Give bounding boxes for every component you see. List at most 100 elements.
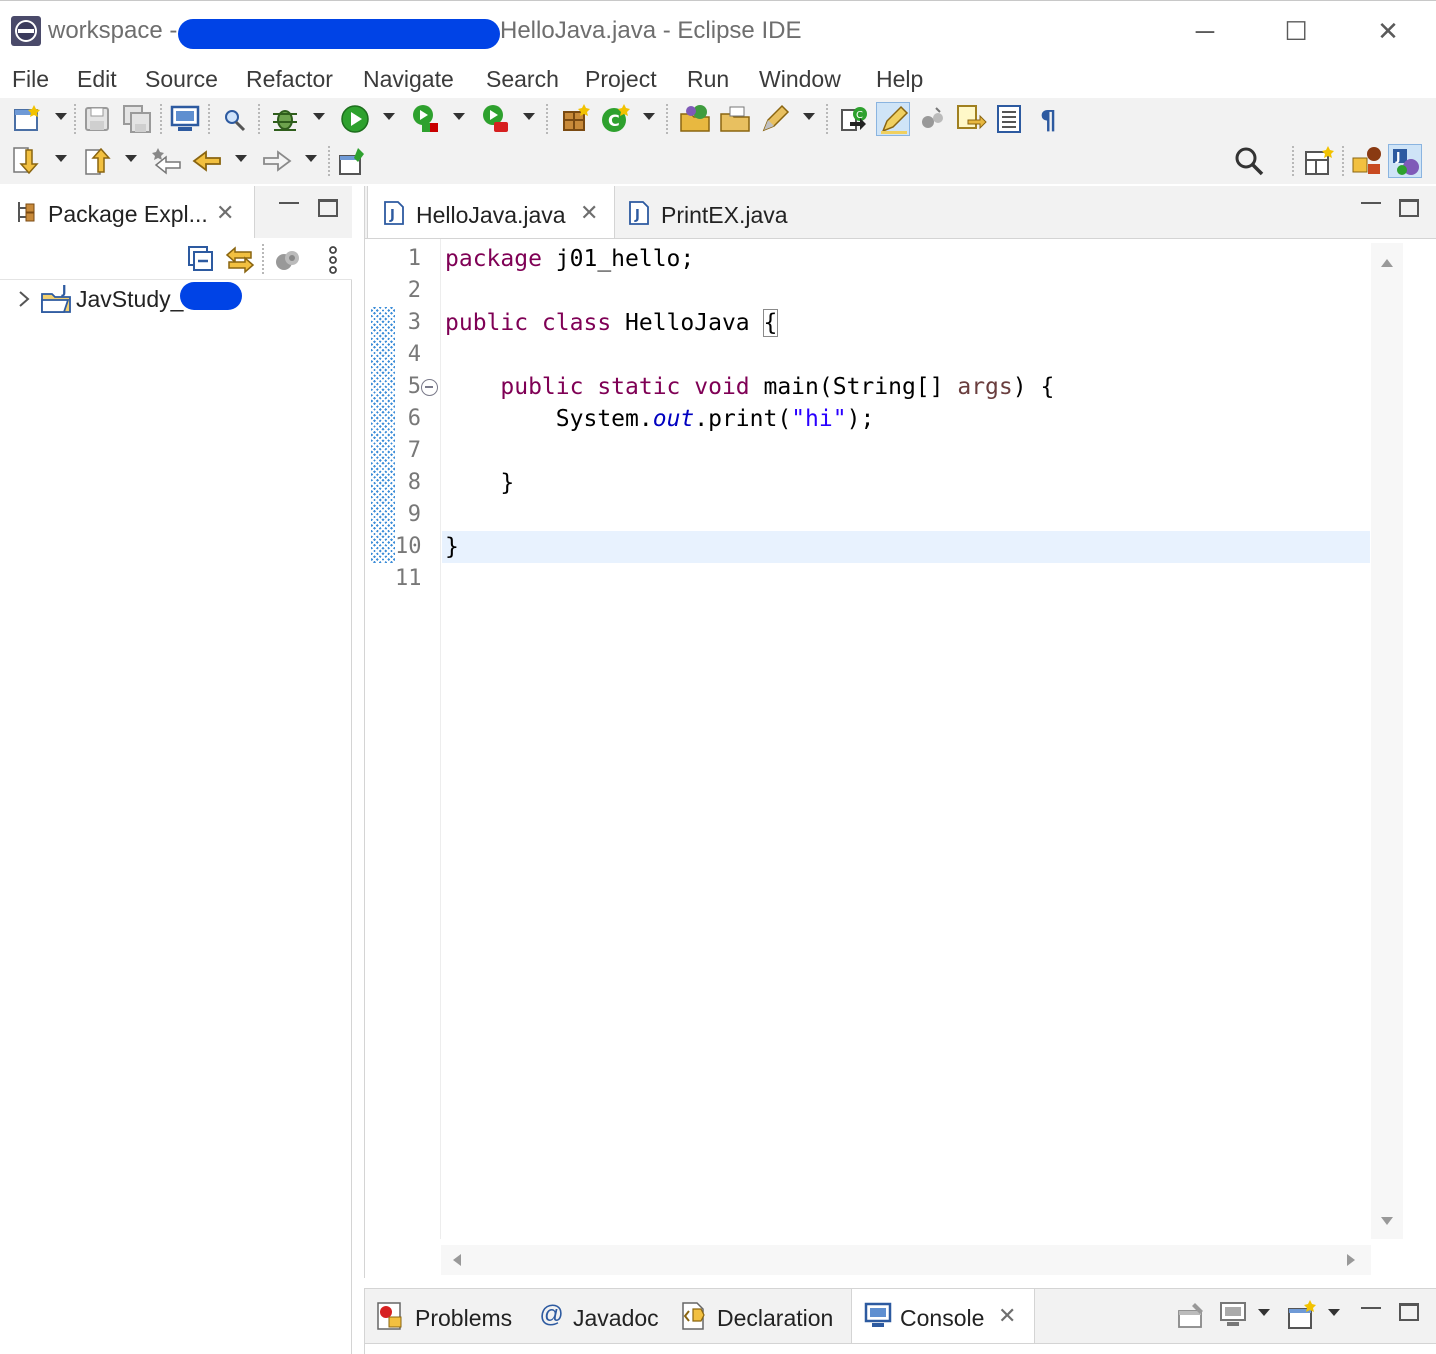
line-number: 10 [395, 534, 422, 559]
search-references-icon[interactable] [218, 102, 252, 136]
back-arrow-icon[interactable] [190, 144, 224, 178]
menu-navigate[interactable]: Navigate [363, 66, 454, 93]
tab-declaration[interactable]: Declaration [671, 1289, 849, 1343]
display-console-icon[interactable] [1217, 1299, 1249, 1331]
minimize-editor-button[interactable] [1361, 202, 1381, 204]
maximize-view-button[interactable] [318, 199, 338, 217]
open-perspective-icon[interactable] [1302, 144, 1336, 178]
run-icon[interactable] [338, 102, 372, 136]
menu-run[interactable]: Run [687, 66, 729, 93]
scroll-left-icon[interactable] [453, 1254, 461, 1266]
code-token: .print( [694, 406, 792, 432]
focus-on-task-icon[interactable] [272, 244, 304, 276]
chevron-down-icon[interactable] [383, 113, 395, 120]
chevron-down-icon[interactable] [523, 113, 535, 120]
tree-item-project[interactable]: J JavStudy_ [0, 282, 352, 318]
markers-pen-icon[interactable] [758, 102, 792, 136]
menu-project[interactable]: Project [585, 66, 657, 93]
menu-search[interactable]: Search [486, 66, 559, 93]
menu-edit[interactable]: Edit [77, 66, 117, 93]
debug-icon[interactable] [268, 102, 302, 136]
tab-hellojava[interactable]: J HelloJava.java ✕ [367, 186, 615, 238]
minimize-panel-button[interactable] [1361, 1307, 1381, 1309]
toolbar-separator [160, 104, 162, 134]
scroll-up-icon[interactable] [1381, 259, 1393, 267]
previous-annotation-up-icon[interactable] [80, 144, 114, 178]
view-menu-icon[interactable] [322, 244, 344, 276]
tab-console[interactable]: Console ✕ [851, 1289, 1035, 1343]
code-line-8: } [445, 467, 514, 499]
chevron-down-icon[interactable] [1328, 1309, 1340, 1316]
java-ee-perspective-icon[interactable] [1350, 144, 1384, 178]
code-line-1: package j01_hello; [445, 243, 694, 275]
vertical-scrollbar[interactable] [1371, 243, 1403, 1239]
open-task-icon[interactable] [718, 102, 752, 136]
chevron-down-icon[interactable] [803, 113, 815, 120]
minimize-view-button[interactable] [279, 202, 299, 204]
forward-arrow-icon[interactable] [260, 144, 294, 178]
chevron-down-icon[interactable] [453, 113, 465, 120]
close-icon[interactable]: ✕ [998, 1303, 1016, 1329]
minimize-button[interactable]: ─ [1175, 11, 1235, 51]
menu-bar: File Edit Source Refactor Navigate Searc… [0, 62, 1436, 98]
search-icon[interactable] [1232, 144, 1266, 178]
declaration-icon [682, 1302, 705, 1330]
code-line-10: } [445, 531, 459, 563]
new-icon[interactable] [10, 102, 44, 136]
new-java-class-icon[interactable]: C [598, 102, 632, 136]
menu-file[interactable]: File [12, 66, 49, 93]
collapse-all-icon[interactable] [186, 244, 216, 274]
tab-printex[interactable]: J PrintEX.java [615, 186, 815, 238]
chevron-down-icon[interactable] [643, 113, 655, 120]
pin-console-icon[interactable] [1175, 1299, 1207, 1331]
maximize-button[interactable]: ☐ [1266, 11, 1326, 51]
chevron-down-icon[interactable] [1258, 1309, 1270, 1316]
pin-editor-icon[interactable] [336, 144, 370, 178]
javadoc-at-icon: @ [539, 1301, 564, 1328]
menu-help[interactable]: Help [876, 66, 923, 93]
tab-problems[interactable]: Problems [367, 1289, 529, 1343]
chevron-down-icon[interactable] [125, 155, 137, 162]
new-java-package-icon[interactable] [558, 102, 592, 136]
open-type-icon[interactable] [678, 102, 712, 136]
maximize-panel-button[interactable] [1399, 1303, 1419, 1321]
maximize-editor-button[interactable] [1399, 199, 1419, 217]
menu-window[interactable]: Window [759, 66, 841, 93]
toggle-breadcrumb-icon[interactable]: C [838, 102, 872, 136]
chevron-down-icon[interactable] [235, 155, 247, 162]
chevron-down-icon[interactable] [305, 155, 317, 162]
link-with-editor-icon[interactable] [224, 244, 256, 276]
pilcrow-icon[interactable]: ¶ [1032, 102, 1066, 136]
open-console-icon[interactable] [1285, 1299, 1317, 1331]
tab-package-explorer[interactable]: Package Expl... ✕ [0, 186, 255, 238]
close-icon[interactable]: ✕ [216, 200, 234, 226]
show-whitespace-list-icon[interactable] [992, 102, 1026, 136]
last-edit-location-icon[interactable] [150, 144, 184, 178]
next-annotation-icon[interactable] [954, 102, 988, 136]
save-icon[interactable] [80, 102, 114, 136]
chevron-right-icon[interactable] [16, 288, 32, 310]
block-selection-icon[interactable] [916, 102, 950, 136]
chevron-down-icon[interactable] [55, 113, 67, 120]
menu-refactor[interactable]: Refactor [246, 66, 333, 93]
menu-source[interactable]: Source [145, 66, 218, 93]
close-icon[interactable]: ✕ [580, 200, 598, 226]
scroll-right-icon[interactable] [1347, 1254, 1355, 1266]
coverage-icon[interactable] [408, 102, 442, 136]
tab-javadoc[interactable]: @ Javadoc [531, 1289, 669, 1343]
save-all-icon[interactable] [120, 102, 154, 136]
code-editor[interactable]: 1 2 3 4 5 6 7 8 9 10 11 package j01_hell… [365, 238, 1436, 1278]
horizontal-scrollbar[interactable] [441, 1245, 1371, 1275]
next-annotation-down-icon[interactable] [8, 144, 42, 178]
java-file-icon: J [629, 201, 649, 225]
java-perspective-icon[interactable]: J [1388, 144, 1422, 178]
chevron-down-icon[interactable] [313, 113, 325, 120]
chevron-down-icon[interactable] [55, 155, 67, 162]
mark-occurrences-icon[interactable] [876, 102, 910, 136]
external-tools-icon[interactable] [478, 102, 512, 136]
terminal-icon[interactable] [168, 102, 202, 136]
collapse-fold-icon[interactable] [421, 379, 438, 396]
close-window-button[interactable]: ✕ [1358, 11, 1418, 51]
scroll-down-icon[interactable] [1381, 1217, 1393, 1225]
